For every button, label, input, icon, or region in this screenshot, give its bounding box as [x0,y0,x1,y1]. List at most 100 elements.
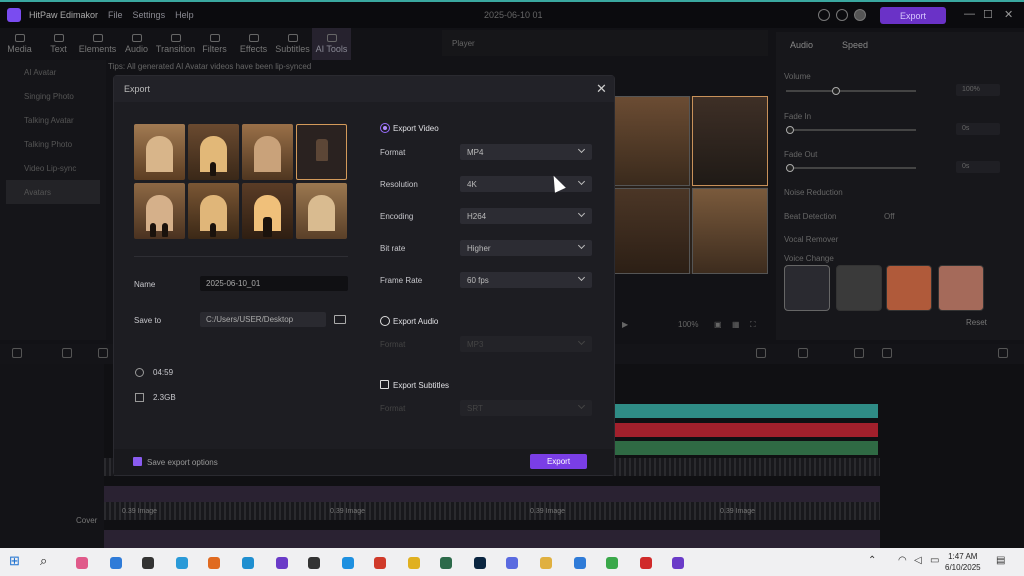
app-icon[interactable] [374,557,386,569]
zoom-in-icon[interactable] [998,348,1008,358]
mic-icon[interactable] [756,348,766,358]
minimize-icon[interactable]: — [964,8,975,20]
edge-icon[interactable] [242,557,254,569]
export-button[interactable]: Export [530,454,587,469]
chrome-icon[interactable] [606,557,618,569]
tab-speed[interactable]: Speed [842,40,868,50]
reset-button[interactable]: Reset [966,318,987,327]
app-icon[interactable] [308,557,320,569]
firefox-icon[interactable] [208,557,220,569]
app-icon[interactable] [440,557,452,569]
app-icon[interactable] [408,557,420,569]
app-icon[interactable] [640,557,652,569]
tab-audio[interactable]: Audio [790,40,813,50]
download-icon[interactable] [836,9,848,21]
volume-value[interactable]: 100% [956,84,1000,96]
app-icon[interactable] [506,557,518,569]
edimakor-icon[interactable] [672,557,684,569]
bottom-clip-strip[interactable] [104,530,880,548]
wifi-icon[interactable]: ◠ [898,555,907,566]
app-icon[interactable] [342,557,354,569]
fullscreen-icon[interactable]: ⛶ [750,320,756,330]
teal-track[interactable] [614,404,878,418]
app-icon[interactable] [110,557,122,569]
format-select[interactable]: MP4 [460,144,592,160]
export-subtitles-checkbox[interactable] [380,380,389,389]
voice-avatar-1[interactable] [836,265,882,311]
audio-track-icon[interactable] [854,348,864,358]
fade-in-value[interactable]: 0s [956,123,1000,135]
folder-app-icon[interactable] [540,557,552,569]
voice-none-icon[interactable] [784,265,830,311]
left-item-ai-avatar[interactable]: AI Avatar [0,60,106,84]
search-icon[interactable]: ⌕ [40,553,47,569]
tool-audio[interactable]: Audio [117,28,156,60]
fade-out-slider[interactable] [786,164,916,172]
volume-slider[interactable] [786,87,916,95]
fade-in-knob[interactable] [786,126,794,134]
track-icon[interactable] [798,348,808,358]
fade-in-slider[interactable] [786,126,916,134]
split-icon[interactable] [98,348,108,358]
top-export-button[interactable]: Export [880,7,946,24]
subtitle-format-select[interactable]: SRT [460,400,592,416]
red-track[interactable] [614,423,878,437]
grid-icon[interactable]: ▦ [732,320,740,329]
avatar[interactable] [854,9,866,21]
voice-avatar-2[interactable] [886,265,932,311]
maximize-icon[interactable]: ☐ [983,8,993,21]
folder-icon[interactable] [334,315,346,324]
green-track[interactable] [614,441,878,455]
export-audio-radio[interactable] [380,316,390,326]
left-item-video-lip-sync[interactable]: Video Lip-sync [0,156,106,180]
left-item-talking-photo[interactable]: Talking Photo [0,132,106,156]
app-icon[interactable] [142,557,154,569]
system-clock[interactable]: 1:47 AM 6/10/2025 [945,551,981,573]
delete-icon[interactable] [62,348,72,358]
left-item-singing-photo[interactable]: Singing Photo [0,84,106,108]
caption-icon[interactable] [882,348,892,358]
windows-start-icon[interactable]: ⊞ [9,553,20,569]
fade-out-knob[interactable] [786,164,794,172]
tool-media[interactable]: Media [0,28,39,60]
framerate-select[interactable]: 60 fps [460,272,592,288]
volume-knob[interactable] [832,87,840,95]
notification-icon[interactable]: ▤ [996,555,1005,566]
tool-text[interactable]: Text [39,28,78,60]
snapshot-icon[interactable]: ▣ [714,320,722,329]
undo-icon[interactable] [12,348,22,358]
tool-transition[interactable]: Transition [156,28,195,60]
tool-ai-tools[interactable]: AI Tools [312,28,351,60]
bitrate-select[interactable]: Higher [460,240,592,256]
close-icon[interactable]: ✕ [596,81,607,97]
heart-icon[interactable] [818,9,830,21]
export-video-radio[interactable] [380,123,390,133]
menu-file[interactable]: File [108,10,123,20]
tool-effects[interactable]: Effects [234,28,273,60]
menu-help[interactable]: Help [175,10,194,20]
fade-out-value[interactable]: 0s [956,161,1000,173]
left-item-avatars[interactable]: Avatars [6,180,100,204]
tray-chevron-icon[interactable]: ⌃ [868,555,876,566]
save-path-input[interactable]: C:/Users/USER/Desktop [200,312,326,327]
volume-icon[interactable]: ◁ [914,555,922,566]
encoding-select[interactable]: H264 [460,208,592,224]
audio-format-select[interactable]: MP3 [460,336,592,352]
app-icon[interactable] [574,557,586,569]
telegram-icon[interactable] [176,557,188,569]
name-input[interactable]: 2025-06-10_01 [200,276,348,291]
cover-label[interactable]: Cover [76,516,97,525]
tool-filters[interactable]: Filters [195,28,234,60]
play-icon[interactable]: ▶ [622,320,628,329]
photoshop-icon[interactable] [474,557,486,569]
close-window-icon[interactable]: ✕ [1004,8,1013,21]
voice-avatar-3[interactable] [938,265,984,311]
tool-elements[interactable]: Elements [78,28,117,60]
zoom-level[interactable]: 100% [678,320,698,329]
app-icon[interactable] [276,557,288,569]
battery-icon[interactable]: ▭ [930,555,939,566]
resolution-select[interactable]: 4K [460,176,592,192]
app-icon[interactable] [76,557,88,569]
tool-subtitles[interactable]: Subtitles [273,28,312,60]
beat-detection-value[interactable]: Off [884,212,895,221]
